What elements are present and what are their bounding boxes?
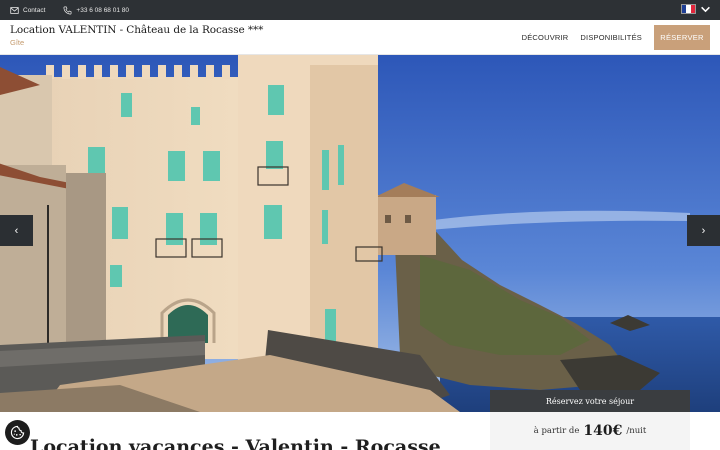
hero-image <box>0 55 720 412</box>
top-bar: Contact +33 6 08 68 01 80 <box>0 0 720 20</box>
slider-next-button[interactable]: › <box>687 215 720 246</box>
nav-discover[interactable]: DÉCOUVRIR <box>522 33 569 42</box>
phone-icon <box>63 6 72 14</box>
price-unit: /nuit <box>626 426 647 436</box>
booking-price-box: à partir de 140€ /nuit <box>490 412 690 450</box>
cookie-icon <box>10 425 25 440</box>
language-selector[interactable] <box>681 4 710 14</box>
chevron-right-icon: › <box>701 224 706 237</box>
phone-number: +33 6 08 68 01 80 <box>76 6 129 14</box>
page-title: Location vacances - Valentin - Rocasse <box>30 436 441 450</box>
main-nav: DÉCOUVRIR DISPONIBILITÉS RÉSERVER <box>522 25 710 50</box>
chevron-left-icon: ‹ <box>14 224 19 237</box>
booking-heading[interactable]: Réservez votre séjour <box>490 390 690 412</box>
contact-label: Contact <box>23 6 46 14</box>
brand[interactable]: Location VALENTIN - Château de la Rocass… <box>10 24 263 47</box>
cookie-settings-button[interactable] <box>5 420 30 445</box>
phone-link[interactable]: +33 6 08 68 01 80 <box>63 6 129 15</box>
mail-icon <box>10 6 19 14</box>
hero-slider: ‹ › <box>0 55 720 412</box>
price-value: 140€ <box>583 423 623 439</box>
chevron-down-icon <box>701 6 710 12</box>
site-subtitle: Gîte <box>10 38 25 47</box>
contact-link[interactable]: Contact <box>10 6 45 15</box>
slider-prev-button[interactable]: ‹ <box>0 215 33 246</box>
site-header: Location VALENTIN - Château de la Rocass… <box>0 20 720 55</box>
flag-fr-icon <box>681 4 696 14</box>
nav-availability[interactable]: DISPONIBILITÉS <box>580 33 642 42</box>
price-prefix: à partir de <box>533 426 580 436</box>
reserve-button[interactable]: RÉSERVER <box>654 25 710 50</box>
site-title: Location VALENTIN - Château de la Rocass… <box>10 24 264 36</box>
